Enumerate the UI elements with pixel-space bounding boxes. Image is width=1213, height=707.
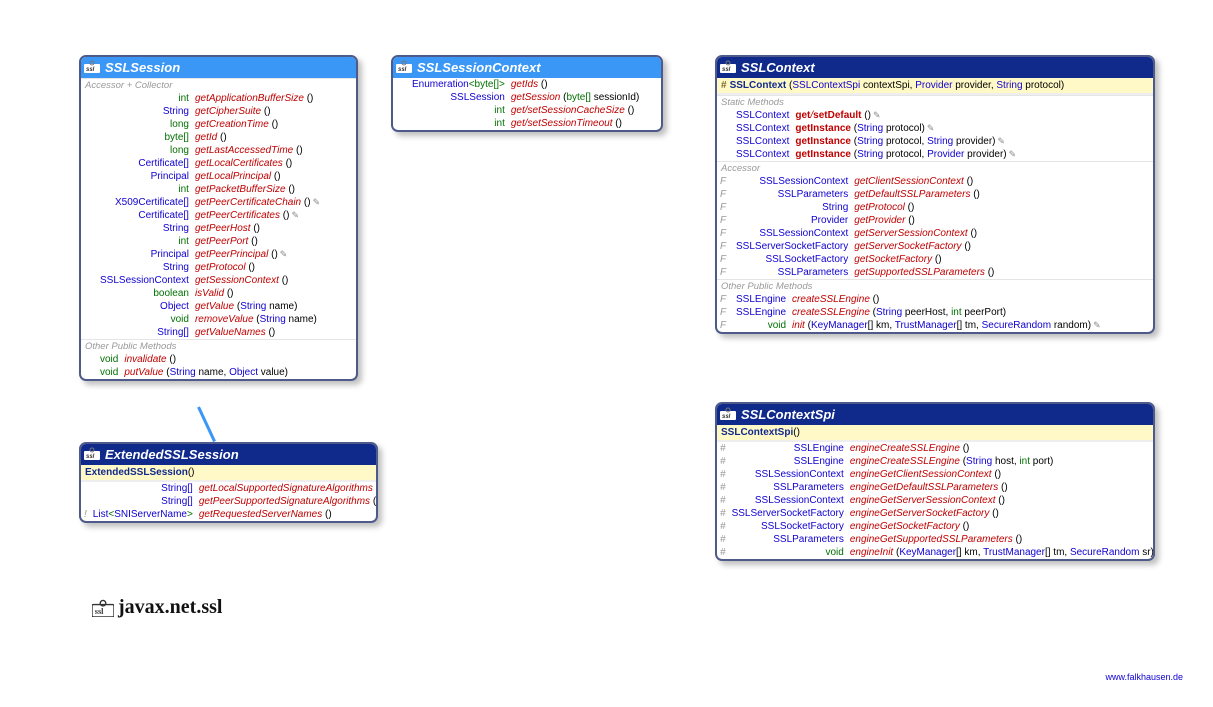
member-row: intgetPacketBufferSize ()	[81, 183, 356, 196]
class-sslsessioncontext: ssl SSLSessionContext Enumeration<byte[]…	[391, 55, 663, 132]
member-row: FSSLParametersgetSupportedSSLParameters …	[717, 266, 1153, 279]
member-row: intget/setSessionTimeout ()	[393, 117, 661, 130]
member-row: intgetApplicationBufferSize ()	[81, 92, 356, 105]
member-row: StringgetCipherSuite ()	[81, 105, 356, 118]
member-table: FSSLEnginecreateSSLEngine ()FSSLEnginecr…	[717, 293, 1153, 332]
section-accessor: Accessor + Collector	[81, 78, 356, 92]
member-row: String[]getPeerSupportedSignatureAlgorit…	[81, 495, 378, 508]
class-header: ssl ExtendedSSLSession	[81, 444, 376, 465]
svg-text:ssl: ssl	[86, 454, 95, 460]
member-row: SSLSessionContextgetSessionContext ()	[81, 274, 356, 287]
class-title: SSLSessionContext	[417, 60, 541, 75]
member-table: intgetApplicationBufferSize ()StringgetC…	[81, 92, 356, 339]
class-title: SSLContextSpi	[741, 407, 835, 422]
package-name: javax.net.ssl	[118, 596, 222, 619]
svg-text:ssl: ssl	[95, 607, 104, 616]
member-row: SSLContextget/setDefault ()✎	[717, 109, 1153, 122]
member-row: ObjectgetValue (String name)	[81, 300, 356, 313]
member-row: #SSLSocketFactoryengineGetSocketFactory …	[717, 520, 1155, 533]
ssl-icon: ssl	[92, 599, 114, 617]
member-table: Enumeration<byte[]>getIds ()SSLSessionge…	[393, 78, 661, 130]
class-header: ssl SSLContext	[717, 57, 1153, 78]
class-sslcontext: ssl SSLContext #SSLContext (SSLContextSp…	[715, 55, 1155, 334]
member-row: Certificate[]getPeerCertificates ()✎	[81, 209, 356, 222]
package-label: ssl javax.net.ssl	[92, 596, 222, 619]
class-extendedsslsession: ssl ExtendedSSLSession ExtendedSSLSessio…	[79, 442, 378, 523]
ssl-icon: ssl	[84, 60, 100, 73]
member-row: voidputValue (String name, Object value)	[81, 366, 356, 379]
section-accessor: Accessor	[717, 161, 1153, 175]
member-row: PrincipalgetPeerPrincipal ()✎	[81, 248, 356, 261]
member-row: Enumeration<byte[]>getIds ()	[393, 78, 661, 91]
svg-text:ssl: ssl	[722, 67, 731, 73]
member-table: String[]getLocalSupportedSignatureAlgori…	[81, 482, 378, 521]
member-row: #SSLEngineengineCreateSSLEngine ()	[717, 442, 1155, 455]
ssl-icon: ssl	[720, 60, 736, 73]
member-row: StringgetPeerHost ()	[81, 222, 356, 235]
member-row: longgetCreationTime ()	[81, 118, 356, 131]
constructor: #SSLContext (SSLContextSpi contextSpi, P…	[717, 78, 1153, 93]
member-row: SSLContextgetInstance (String protocol)✎	[717, 122, 1153, 135]
member-row: intget/setSessionCacheSize ()	[393, 104, 661, 117]
class-header: ssl SSLSession	[81, 57, 356, 78]
member-table: #SSLEngineengineCreateSSLEngine ()#SSLEn…	[717, 442, 1155, 559]
member-row: SSLContextgetInstance (String protocol, …	[717, 148, 1153, 161]
member-table: FSSLSessionContextgetClientSessionContex…	[717, 175, 1153, 279]
member-row: booleanisValid ()	[81, 287, 356, 300]
member-row: #voidengineInit (KeyManager[] km, TrustM…	[717, 546, 1155, 559]
member-row: FProvidergetProvider ()	[717, 214, 1153, 227]
class-sslsession: ssl SSLSession Accessor + Collector intg…	[79, 55, 358, 381]
member-row: intgetPeerPort ()	[81, 235, 356, 248]
member-row: #SSLServerSocketFactoryengineGetServerSo…	[717, 507, 1155, 520]
member-row: #SSLParametersengineGetSupportedSSLParam…	[717, 533, 1155, 546]
member-row: FSSLSessionContextgetClientSessionContex…	[717, 175, 1153, 188]
svg-text:ssl: ssl	[722, 414, 731, 420]
member-table: SSLContextget/setDefault ()✎SSLContextge…	[717, 109, 1153, 161]
member-row: FSSLParametersgetDefaultSSLParameters ()	[717, 188, 1153, 201]
member-row: #SSLParametersengineGetDefaultSSLParamet…	[717, 481, 1155, 494]
member-row: StringgetProtocol ()	[81, 261, 356, 274]
member-row: Certificate[]getLocalCertificates ()	[81, 157, 356, 170]
class-title: SSLSession	[105, 60, 180, 75]
member-row: String[]getLocalSupportedSignatureAlgori…	[81, 482, 378, 495]
section-static: Static Methods	[717, 95, 1153, 109]
ssl-icon: ssl	[720, 407, 736, 420]
member-row: PrincipalgetLocalPrincipal ()	[81, 170, 356, 183]
inheritance-connector	[197, 406, 216, 442]
ssl-icon: ssl	[84, 447, 100, 460]
member-row: longgetLastAccessedTime ()	[81, 144, 356, 157]
member-row: voidinvalidate ()	[81, 353, 356, 366]
svg-text:ssl: ssl	[398, 67, 407, 73]
section-other: Other Public Methods	[717, 279, 1153, 293]
member-row: voidremoveValue (String name)	[81, 313, 356, 326]
member-row: byte[]getId ()	[81, 131, 356, 144]
constructor: SSLContextSpi()	[717, 425, 1153, 440]
member-row: X509Certificate[]getPeerCertificateChain…	[81, 196, 356, 209]
member-row: #SSLSessionContextengineGetServerSession…	[717, 494, 1155, 507]
footer-link[interactable]: www.falkhausen.de	[1105, 672, 1183, 682]
member-row: FStringgetProtocol ()	[717, 201, 1153, 214]
class-sslcontextspi: ssl SSLContextSpi SSLContextSpi() #SSLEn…	[715, 402, 1155, 561]
class-header: ssl SSLContextSpi	[717, 404, 1153, 425]
class-title: SSLContext	[741, 60, 815, 75]
member-row: String[]getValueNames ()	[81, 326, 356, 339]
member-row: FSSLEnginecreateSSLEngine (String peerHo…	[717, 306, 1153, 319]
member-row: SSLSessiongetSession (byte[] sessionId)	[393, 91, 661, 104]
member-row: FSSLSocketFactorygetSocketFactory ()	[717, 253, 1153, 266]
member-row: !List<SNIServerName>getRequestedServerNa…	[81, 508, 378, 521]
member-table: voidinvalidate ()voidputValue (String na…	[81, 353, 356, 379]
class-header: ssl SSLSessionContext	[393, 57, 661, 78]
member-row: Fvoidinit (KeyManager[] km, TrustManager…	[717, 319, 1153, 332]
member-row: #SSLSessionContextengineGetClientSession…	[717, 468, 1155, 481]
ssl-icon: ssl	[396, 60, 412, 73]
member-row: FSSLServerSocketFactorygetServerSocketFa…	[717, 240, 1153, 253]
member-row: FSSLEnginecreateSSLEngine ()	[717, 293, 1153, 306]
section-other: Other Public Methods	[81, 339, 356, 353]
constructor: ExtendedSSLSession()	[81, 465, 376, 480]
svg-text:ssl: ssl	[86, 67, 95, 73]
member-row: FSSLSessionContextgetServerSessionContex…	[717, 227, 1153, 240]
member-row: #SSLEngineengineCreateSSLEngine (String …	[717, 455, 1155, 468]
member-row: SSLContextgetInstance (String protocol, …	[717, 135, 1153, 148]
class-title: ExtendedSSLSession	[105, 447, 239, 462]
